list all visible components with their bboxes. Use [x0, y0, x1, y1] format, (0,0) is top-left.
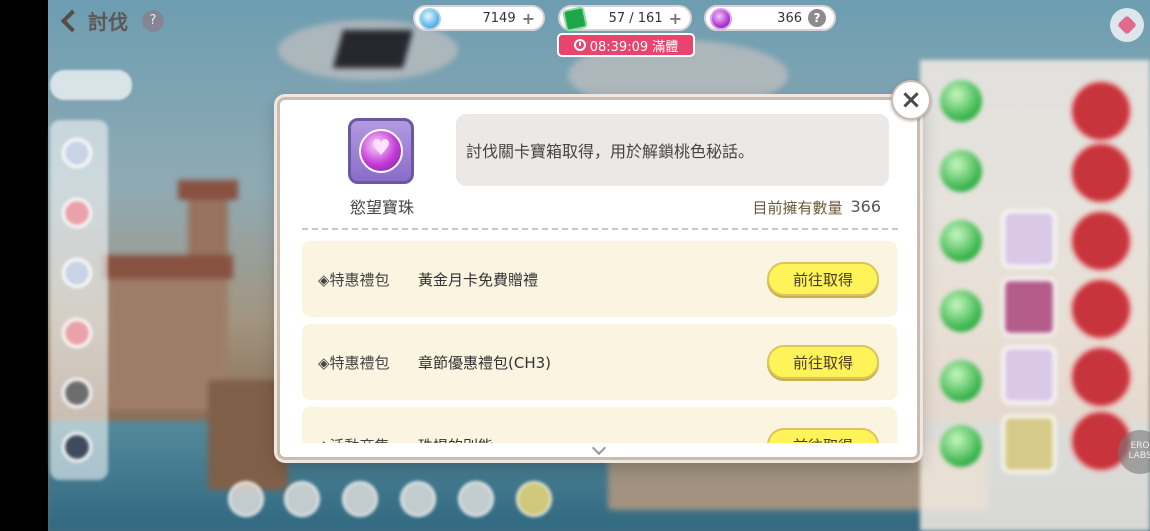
source-row: ◈活動商集 珠場的別能 前往取得 [302, 407, 897, 443]
desire-orb-icon [359, 129, 403, 173]
add-stamina-button[interactable]: + [669, 9, 682, 28]
stage-bubble [516, 481, 552, 517]
back-arrow-icon [58, 9, 82, 33]
item-info-dialog: 慾望寶珠 討伐關卡寶箱取得，用於解鎖桃色秘話。 目前擁有數量 366 ◈特惠禮包… [277, 97, 920, 460]
help-icon[interactable]: ? [142, 9, 164, 32]
source-list[interactable]: ◈特惠禮包 黃金月卡免費贈禮 前往取得 ◈特惠禮包 章節優惠禮包(CH3) 前往… [302, 241, 897, 443]
stamina-ticket-icon [561, 5, 589, 33]
source-row: ◈特惠禮包 黃金月卡免費贈禮 前往取得 [302, 241, 897, 317]
add-gems-button[interactable]: + [522, 9, 535, 28]
stage-bubble [400, 481, 436, 517]
owned-count: 366 [850, 197, 881, 216]
source-category: ◈活動商集 [318, 435, 390, 444]
item-name: 慾望寶珠 [349, 198, 414, 217]
stage-bubble [458, 481, 494, 517]
right-side-panel [920, 60, 1150, 531]
close-button[interactable]: × [891, 80, 931, 120]
orb-counter: 366 ? [704, 5, 836, 31]
orb-value: 366 [777, 10, 802, 26]
item-description: 討伐關卡寶箱取得，用於解鎖桃色秘話。 [456, 114, 889, 186]
left-letterbox [0, 0, 48, 531]
owned-label: 目前擁有數量 [752, 199, 843, 217]
stage-bubble [284, 481, 320, 517]
gem-counter: 7149 + [413, 5, 545, 31]
go-obtain-button[interactable]: 前往取得 [767, 428, 879, 443]
source-row: ◈特惠禮包 章節優惠禮包(CH3) 前往取得 [302, 324, 897, 400]
timer-text: 08:39:09 滿體 [589, 39, 679, 55]
page-title: 討伐 [88, 10, 128, 34]
home-icon[interactable] [1110, 8, 1144, 42]
stamina-timer-badge: 08:39:09 滿體 [557, 33, 695, 57]
gem-icon [419, 8, 441, 30]
orb-help-icon[interactable]: ? [808, 9, 826, 27]
go-obtain-button[interactable]: 前往取得 [767, 262, 879, 296]
desire-orb-icon [710, 8, 732, 30]
go-obtain-button[interactable]: 前往取得 [767, 345, 879, 379]
item-description-text: 討伐關卡寶箱取得，用於解鎖桃色秘話。 [466, 142, 755, 161]
stamina-counter: 57 / 161 + [558, 5, 692, 33]
item-icon-frame [348, 118, 414, 184]
back-button[interactable]: 討伐 ? [58, 6, 164, 35]
stage-bubble [342, 481, 378, 517]
gem-value: 7149 [482, 10, 516, 26]
blurred-tab [50, 70, 132, 100]
side-menu [50, 120, 108, 480]
source-category: ◈特惠禮包 [318, 353, 390, 372]
divider [302, 228, 898, 230]
stamina-value: 57 / 161 [608, 10, 663, 26]
source-name: 章節優惠禮包(CH3) [418, 353, 552, 372]
stage-bubble [228, 481, 264, 517]
scroll-down-chevron-icon [591, 446, 607, 456]
source-category: ◈特惠禮包 [318, 270, 390, 289]
source-name: 黃金月卡免費贈禮 [418, 270, 539, 289]
clock-icon [573, 39, 586, 51]
source-name: 珠場的別能 [418, 435, 493, 444]
owned-count-row: 目前擁有數量 366 [752, 197, 881, 218]
